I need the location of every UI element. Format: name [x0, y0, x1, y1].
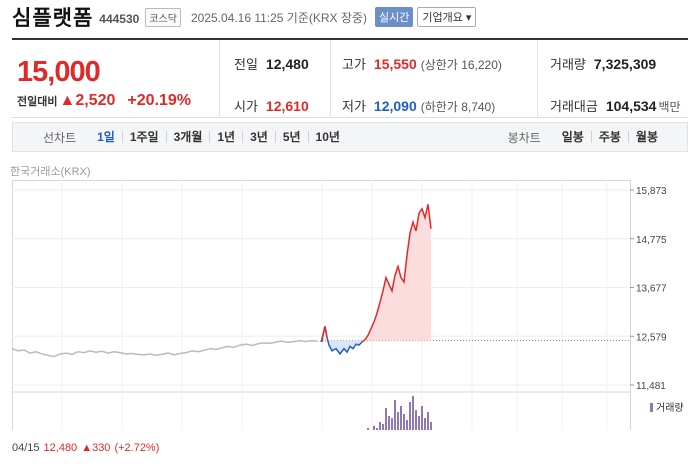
high-value: 15,550 — [373, 56, 417, 72]
quote-summary: 15,000 전일대비 ▲2,520 +20.19% 전일 12,480 시가 … — [12, 38, 688, 118]
series-prev-day — [11, 339, 319, 358]
prev-day-date: 04/15 — [12, 442, 40, 454]
realtime-button[interactable]: 실시간 — [374, 7, 414, 27]
turnover-label: 거래대금 — [550, 99, 598, 114]
change-amount: ▲2,520 — [59, 92, 116, 109]
y-tick-label: 15,873 — [636, 186, 667, 197]
volume-bar — [424, 418, 426, 436]
y-tick-label: 13,677 — [636, 284, 667, 295]
lower-limit: (하한가 8,740) — [420, 100, 496, 114]
open-cell: 시가 12,610 — [234, 96, 309, 115]
open-label: 시가 — [234, 99, 258, 114]
tab-3year[interactable]: 3년 — [242, 131, 275, 143]
tab-10year[interactable]: 10년 — [307, 131, 347, 143]
candle-chart-label: 봉차트 — [507, 130, 541, 145]
tab-1year[interactable]: 1년 — [209, 131, 242, 143]
volume-bar — [403, 414, 405, 436]
tab-5year[interactable]: 5년 — [274, 131, 308, 143]
prev-close-label: 전일 — [234, 57, 258, 72]
divider — [537, 40, 538, 118]
prev-close-value: 12,480 — [265, 56, 309, 72]
market-badge: 코스닥 — [145, 7, 181, 27]
line-chart-label: 선차트 — [43, 130, 77, 145]
volume-bar — [397, 412, 399, 436]
prev-close-cell: 전일 12,480 — [234, 54, 309, 73]
volume-bar — [382, 424, 384, 436]
volume-label: 거래량 — [550, 57, 586, 72]
prev-day-pct: (+2.72%) — [114, 442, 160, 454]
tab-1day[interactable]: 1일 — [90, 131, 122, 143]
volume-bar — [418, 416, 420, 436]
volume-bar — [391, 418, 393, 436]
tab-3month[interactable]: 3개월 — [165, 131, 210, 143]
volume-value: 7,325,309 — [593, 56, 657, 72]
volume-legend-swatch — [650, 403, 653, 412]
current-price-box: 15,000 전일대비 ▲2,520 +20.19% — [12, 40, 220, 118]
tab-daily-candle[interactable]: 일봉 — [555, 131, 591, 143]
volume-bar — [394, 400, 396, 436]
chart-grid — [12, 180, 631, 437]
volume-bar — [406, 420, 408, 436]
low-label: 저가 — [342, 99, 366, 114]
chart-marks — [11, 204, 630, 436]
volume-bar — [373, 426, 375, 436]
stock-header: 심플랫폼 444530 코스닥 2025.04.16 11:25 기준(KRX … — [0, 0, 700, 34]
volume-bar — [415, 410, 417, 436]
price-change: 전일대비 ▲2,520 +20.19% — [17, 92, 191, 110]
quote-timestamp: 2025.04.16 11:25 기준(KRX 장중) — [190, 10, 367, 25]
volume-bar — [421, 406, 423, 436]
upper-limit: (상한가 16,220) — [420, 58, 502, 72]
y-tick-label: 14,775 — [636, 235, 667, 246]
volume-bar — [385, 408, 387, 436]
change-percent: +20.19% — [127, 92, 191, 109]
prev-day-change: ▲330 — [81, 442, 111, 454]
current-price: 15,000 — [17, 56, 101, 88]
y-tick-label: 12,579 — [636, 332, 667, 343]
prev-day-close: 12,480 — [43, 442, 78, 454]
volume-bar — [430, 422, 432, 436]
high-label: 고가 — [342, 57, 366, 72]
volume-bar — [412, 396, 414, 436]
turnover-unit: 백만 — [658, 100, 681, 114]
volume-bar — [400, 406, 402, 436]
open-value: 12,610 — [265, 98, 309, 114]
change-label: 전일대비 — [17, 96, 58, 108]
prev-day-summary: 04/15 12,480 ▲330 (+2.72%) — [12, 442, 159, 454]
tab-monthly-candle[interactable]: 월봉 — [627, 131, 665, 143]
y-axis: 15,873 14,775 13,677 12,579 11,481 — [630, 186, 667, 392]
volume-legend-label: 거래량 — [656, 402, 684, 414]
series-open-spike — [321, 326, 328, 343]
volume-bar — [379, 422, 381, 436]
tab-weekly-candle[interactable]: 주봉 — [590, 131, 628, 143]
data-source: 한국거래소(KRX) — [10, 166, 91, 178]
volume-bar — [409, 402, 411, 436]
low-cell: 저가 12,090 (하한가 8,740) — [342, 96, 495, 115]
y-tick-label: 11,481 — [636, 381, 666, 392]
company-overview-dropdown[interactable]: 기업개요 ▾ — [417, 7, 477, 27]
volume-legend: 거래량 — [650, 402, 684, 414]
volume-cell: 거래량 7,325,309 — [550, 54, 656, 73]
volume-bar — [367, 428, 369, 436]
turnover-cell: 거래대금 104,534 백만 — [550, 96, 681, 115]
turnover-value: 104,534 — [605, 98, 657, 114]
volume-bar — [427, 412, 429, 436]
volume-bar — [388, 416, 390, 436]
volume-bar — [376, 428, 378, 436]
divider — [330, 40, 331, 118]
period-tabs: 선차트 1일 1주일 3개월 1년 3년 5년 10년 봉차트 일봉 주봉 월봉 — [12, 122, 688, 152]
stock-name: 심플랫폼 — [12, 7, 94, 30]
low-value: 12,090 — [373, 98, 417, 114]
price-chart-svg: 15,87314,77513,67712,57911,481 04/1610:0… — [11, 180, 684, 453]
stock-code: 444530 — [99, 11, 140, 26]
high-cell: 고가 15,550 (상한가 16,220) — [342, 54, 502, 73]
tab-1week[interactable]: 1주일 — [121, 131, 166, 143]
intraday-chart[interactable]: 15,87314,77513,67712,57911,481 04/1610:0… — [11, 180, 688, 453]
